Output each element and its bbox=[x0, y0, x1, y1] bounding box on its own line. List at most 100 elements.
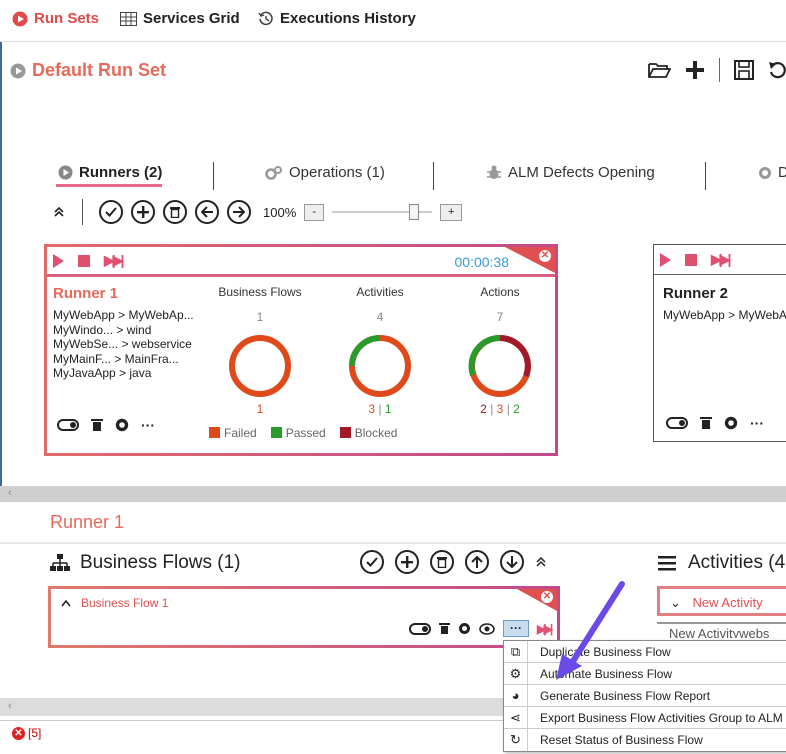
delete-business-flow-button[interactable] bbox=[430, 550, 454, 574]
business-flow-title-row: Business Flow 1 bbox=[61, 596, 168, 610]
gears-icon: ⚙ bbox=[504, 663, 528, 684]
zoom-slider-thumb[interactable] bbox=[408, 204, 419, 220]
stat-label-actions: Actions bbox=[480, 285, 520, 299]
active-tab-underline bbox=[56, 184, 162, 187]
pie-chart-icon: ◕ bbox=[504, 685, 528, 706]
menu-item-reset-status[interactable]: ↻ Reset Status of Business Flow bbox=[504, 729, 786, 751]
stop-icon[interactable] bbox=[78, 254, 90, 267]
eye-icon[interactable] bbox=[479, 622, 495, 635]
menu-item-export-alm[interactable]: ⋖ Export Business Flow Activities Group … bbox=[504, 707, 786, 729]
back-button[interactable] bbox=[195, 200, 219, 224]
save-icon[interactable] bbox=[734, 60, 754, 80]
run-icon[interactable] bbox=[53, 253, 64, 268]
move-up-button[interactable] bbox=[465, 550, 489, 574]
more-icon[interactable]: ··· bbox=[141, 417, 155, 433]
runner-card-actions: ··· bbox=[57, 417, 155, 433]
reset-icon: ↻ bbox=[504, 729, 528, 751]
run-set-title: Default Run Set bbox=[10, 60, 166, 81]
donut-chart-actions bbox=[468, 334, 531, 397]
collapse-up-icon[interactable] bbox=[535, 556, 547, 568]
tab-services-grid[interactable]: Services Grid bbox=[120, 10, 240, 27]
gear-icon[interactable] bbox=[724, 416, 738, 430]
tab-d[interactable]: D bbox=[758, 164, 786, 181]
tab-operations[interactable]: Operations (1) bbox=[265, 164, 385, 181]
collapse-up-icon[interactable] bbox=[52, 205, 66, 219]
close-icon[interactable]: ✕ bbox=[539, 250, 551, 262]
tab-executions-history[interactable]: Executions History bbox=[258, 10, 416, 27]
tab-operations-label: Operations (1) bbox=[289, 164, 385, 181]
blocked-count: 3 bbox=[496, 402, 504, 416]
runner-card-1[interactable]: ▶|▶| ✕ 00:00:38 Runner 1 MyWebApp > MyWe… bbox=[44, 244, 558, 456]
runners-panel: ▶|▶| ✕ 00:00:38 Runner 1 MyWebApp > MyWe… bbox=[0, 230, 786, 486]
runners-horizontal-scrollbar[interactable]: ‹ bbox=[0, 486, 786, 502]
plus-icon[interactable] bbox=[685, 60, 705, 80]
trash-icon[interactable] bbox=[439, 622, 450, 635]
menu-item-automate[interactable]: ⚙ Automate Business Flow bbox=[504, 663, 786, 685]
legend-blocked: Blocked bbox=[339, 426, 397, 440]
continue-icon[interactable]: ▶|▶| bbox=[104, 252, 124, 269]
move-down-button[interactable] bbox=[500, 550, 524, 574]
add-runner-button[interactable] bbox=[131, 200, 155, 224]
app-mapping: MyJavaApp > java bbox=[53, 366, 152, 381]
add-business-flow-button[interactable] bbox=[395, 550, 419, 574]
activity-card[interactable]: New Activitywebs bbox=[657, 622, 786, 638]
toggle-icon[interactable] bbox=[409, 622, 431, 635]
run-icon[interactable] bbox=[660, 252, 671, 267]
plus-icon bbox=[401, 556, 413, 568]
runner-app-list: MyWebApp > MyWebAp... MyWindo... > wind … bbox=[53, 308, 194, 381]
menu-item-generate-report[interactable]: ◕ Generate Business Flow Report bbox=[504, 685, 786, 707]
gear-icon[interactable] bbox=[458, 622, 471, 635]
open-folder-icon[interactable] bbox=[647, 60, 671, 80]
chevron-up-icon[interactable] bbox=[61, 599, 71, 607]
failed-count: 3 bbox=[368, 402, 376, 416]
trash-icon[interactable] bbox=[91, 418, 103, 432]
continue-icon[interactable]: ▶|▶| bbox=[711, 251, 731, 268]
run-set-title-text: Default Run Set bbox=[32, 60, 167, 80]
scroll-left-icon[interactable]: ‹ bbox=[8, 700, 12, 712]
play-circle-icon bbox=[58, 165, 73, 180]
header-divider bbox=[719, 58, 720, 82]
more-icon[interactable]: ··· bbox=[750, 415, 764, 431]
stat-counts-activities: 3 | 1 bbox=[368, 402, 392, 416]
tab-alm-defects[interactable]: ALM Defects Opening bbox=[486, 164, 655, 181]
runner-card-2[interactable]: ▶|▶| Runner 2 MyWebApp > MyWebAp ··· bbox=[653, 244, 786, 442]
stat-failed-count: 1 bbox=[256, 402, 264, 416]
delete-runner-button[interactable] bbox=[163, 200, 187, 224]
arrow-right-icon bbox=[233, 206, 245, 218]
activity-card[interactable]: ⌄ New Activity bbox=[657, 586, 786, 616]
undo-icon[interactable] bbox=[768, 60, 786, 80]
toggle-icon[interactable] bbox=[666, 417, 688, 429]
runner-card-actions: ··· bbox=[666, 415, 764, 431]
gear-icon[interactable] bbox=[115, 418, 129, 432]
sitemap-icon bbox=[50, 554, 70, 571]
zoom-plus-button[interactable]: + bbox=[440, 203, 463, 221]
header-actions bbox=[647, 58, 786, 82]
annotation-arrow-icon bbox=[556, 581, 625, 680]
toggle-icon[interactable] bbox=[57, 419, 79, 431]
check-all-button[interactable] bbox=[360, 550, 384, 574]
tab-run-sets-label: Run Sets bbox=[34, 10, 100, 27]
zoom-slider[interactable] bbox=[332, 204, 433, 220]
arrow-left-icon bbox=[201, 206, 213, 218]
error-indicator[interactable]: ✕ [5] bbox=[12, 726, 41, 740]
zoom-value: 100% bbox=[263, 204, 297, 220]
history-icon bbox=[258, 11, 273, 25]
business-flow-card[interactable]: Business Flow 1 ✕ ··· ▶|▶| bbox=[48, 586, 560, 648]
business-flows-header: Business Flows (1) bbox=[50, 552, 241, 574]
zoom-minus-button[interactable]: - bbox=[304, 203, 325, 221]
app-mapping: MyWebApp > MyWebAp bbox=[663, 308, 786, 322]
forward-button[interactable] bbox=[227, 200, 251, 224]
tab-executions-history-label: Executions History bbox=[280, 10, 416, 27]
scroll-left-icon[interactable]: ‹ bbox=[8, 487, 12, 499]
stat-counts-actions: 2 | 3 | 2 bbox=[480, 402, 520, 416]
chevron-down-icon[interactable]: ⌄ bbox=[670, 595, 681, 610]
trash-icon[interactable] bbox=[700, 416, 712, 430]
tab-runners[interactable]: Runners (2) bbox=[58, 164, 162, 181]
menu-item-duplicate[interactable]: ⧉ Duplicate Business Flow bbox=[504, 641, 786, 663]
more-options-button[interactable]: ··· bbox=[503, 620, 529, 637]
activities-header: Activities (4 bbox=[658, 552, 785, 574]
donut-segment-passed bbox=[468, 334, 501, 376]
check-all-button[interactable] bbox=[99, 200, 123, 224]
stop-icon[interactable] bbox=[685, 253, 697, 266]
tab-run-sets[interactable]: Run Sets bbox=[12, 10, 99, 27]
